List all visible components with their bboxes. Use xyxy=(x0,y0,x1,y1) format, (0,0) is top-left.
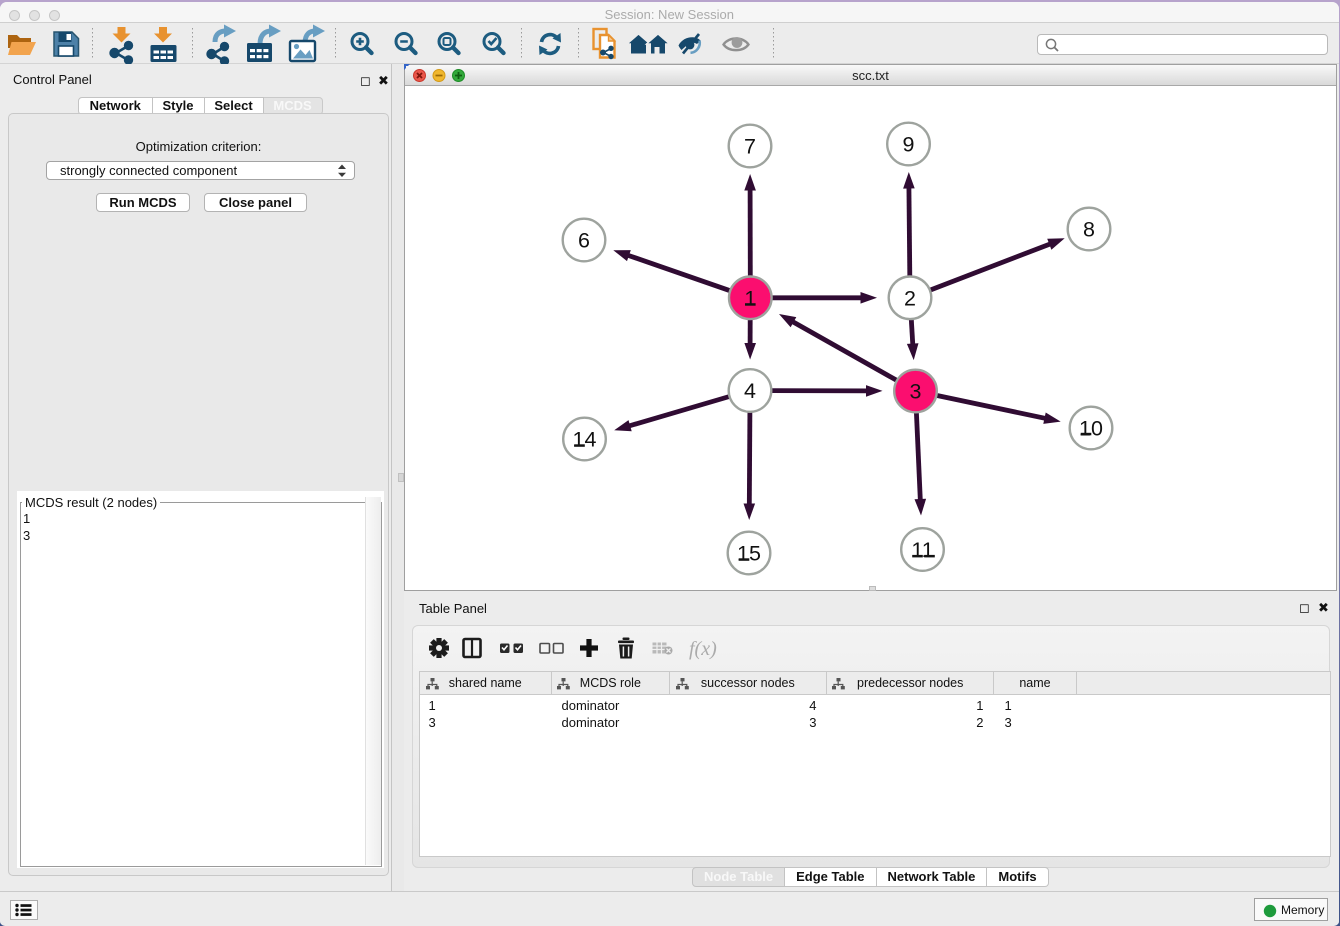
svg-text:14: 14 xyxy=(573,427,597,451)
svg-text:15: 15 xyxy=(737,541,761,565)
svg-text:1: 1 xyxy=(744,286,756,310)
svg-text:8: 8 xyxy=(1083,217,1095,241)
svg-text:6: 6 xyxy=(578,228,590,252)
svg-text:10: 10 xyxy=(1079,416,1103,440)
svg-text:9: 9 xyxy=(903,132,915,156)
svg-text:3: 3 xyxy=(910,379,922,403)
svg-text:4: 4 xyxy=(744,379,756,403)
svg-text:f(x): f(x) xyxy=(689,638,717,660)
svg-text:2: 2 xyxy=(904,286,916,310)
svg-text:11: 11 xyxy=(911,538,933,562)
svg-text:7: 7 xyxy=(744,134,756,158)
